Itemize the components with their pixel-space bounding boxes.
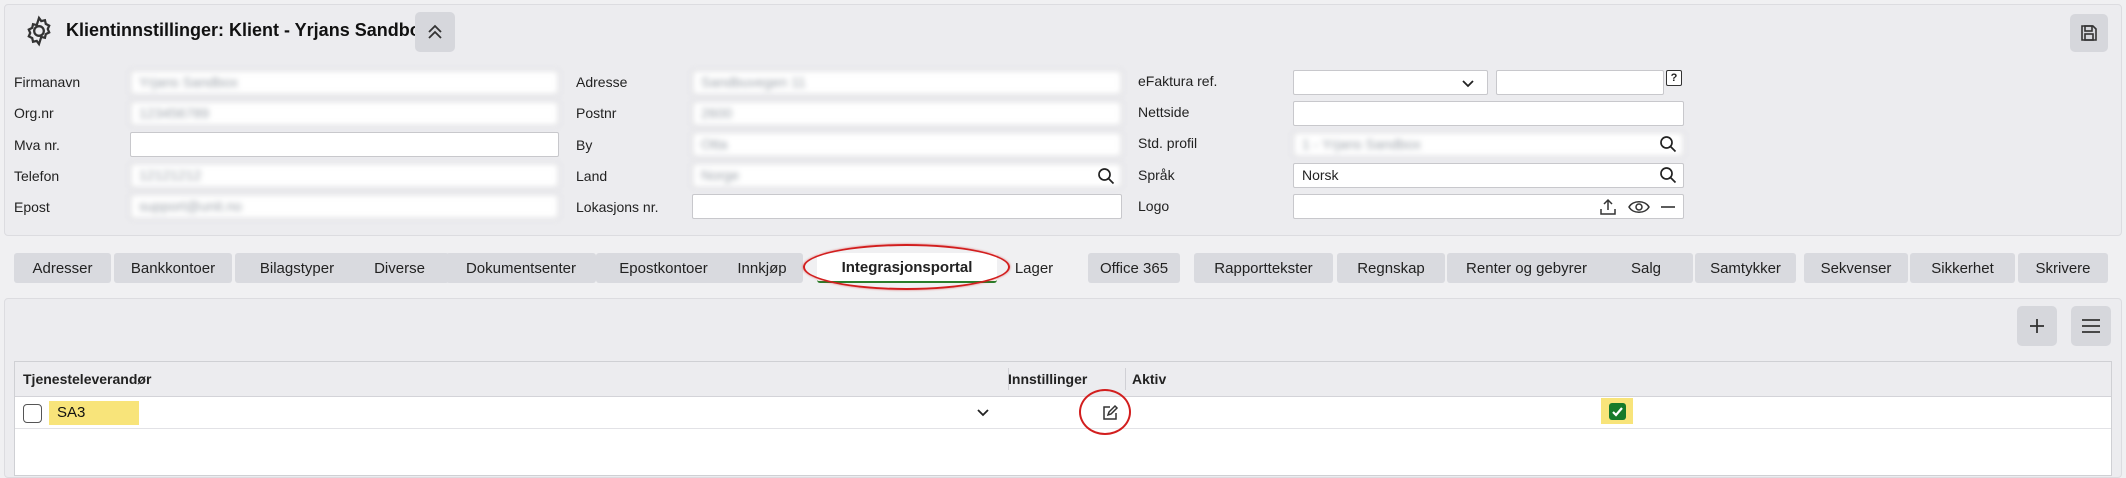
tab-salg[interactable]: Salg [1599,253,1693,283]
minus-icon[interactable] [1659,199,1677,215]
label-org-nr: Org.nr [14,105,54,121]
collapse-button[interactable] [415,12,455,52]
land-field[interactable]: Norge [692,163,1122,188]
tab-adresser[interactable]: Adresser [14,253,111,283]
land-search-icon[interactable] [1097,167,1115,185]
mva-nr-field[interactable] [130,132,559,157]
label-telefon: Telefon [14,168,60,184]
efaktura-extra-field[interactable] [1496,70,1664,95]
annotation-circle-edit [1079,389,1131,435]
lokasjons-nr-field[interactable] [692,194,1122,219]
upload-icon[interactable] [1598,197,1618,217]
tab-skrivere[interactable]: Skrivere [2018,253,2108,283]
label-adresse: Adresse [576,74,628,90]
eye-icon[interactable] [1628,198,1650,216]
label-sprak: Språk [1138,167,1175,183]
tab-samtykker[interactable]: Samtykker [1695,253,1796,283]
menu-icon [2082,319,2100,333]
telefon-field[interactable]: 12121212 [130,163,559,188]
std-profil-field[interactable]: 1 - Yrjans Sandbox [1293,132,1684,157]
label-epost: Epost [14,199,50,215]
plus-icon [2030,319,2044,333]
grid-header: Tjenesteleverandør Innstillinger Aktiv [15,362,2111,397]
label-nettside: Nettside [1138,104,1190,120]
annotation-circle-tab [803,244,1010,290]
add-button[interactable] [2017,306,2057,346]
epost-field[interactable]: support@unit.no [130,194,559,219]
label-logo: Logo [1138,198,1170,214]
label-by: By [576,137,593,153]
nettside-field[interactable] [1293,101,1684,126]
sprak-search-icon[interactable] [1659,166,1677,184]
row-select-checkbox[interactable] [23,404,42,423]
tab-renter-og-gebyrer[interactable]: Renter og gebyrer [1447,253,1606,283]
efaktura-ref-select[interactable] [1293,70,1488,95]
column-divider [1125,368,1126,390]
provider-cell[interactable]: SA3 [49,401,139,425]
aktiv-checkbox[interactable] [1608,402,1626,420]
help-icon[interactable]: ? [1666,70,1682,86]
tab-office-365[interactable]: Office 365 [1088,253,1180,283]
checkmark-icon [1611,406,1623,417]
menu-button[interactable] [2071,306,2111,346]
adresse-field[interactable]: Sandbuvegen 11 [692,70,1122,95]
org-nr-field[interactable]: 123456789 [130,101,559,126]
page-title: Klientinnstillinger: Klient - Yrjans San… [66,20,431,40]
by-field[interactable]: Otta [692,132,1122,157]
save-icon [2081,25,2097,41]
column-header-aktiv[interactable]: Aktiv [1132,371,1166,387]
tab-sikkerhet[interactable]: Sikkerhet [1910,253,2015,283]
label-firmanavn: Firmanavn [14,74,81,90]
tab-regnskap[interactable]: Regnskap [1337,253,1445,283]
table-row[interactable]: SA3 [15,389,2111,435]
label-efaktura-ref: eFaktura ref. [1138,73,1218,89]
std-profil-search-icon[interactable] [1659,135,1677,153]
tab-sekvenser[interactable]: Sekvenser [1804,253,1908,283]
tab-epostkontoer[interactable]: Epostkontoer [596,253,731,283]
label-mva-nr: Mva nr. [14,137,60,153]
column-header-innstillinger[interactable]: Innstillinger [1008,371,1087,387]
gear-icon [27,15,51,47]
firmanavn-field[interactable]: Yrjans Sandbox [130,70,559,95]
tab-bankkontoer[interactable]: Bankkontoer [114,253,232,283]
postnr-field[interactable]: 2600 [692,101,1122,126]
save-button[interactable] [2070,14,2108,52]
label-lokasjons-nr: Lokasjons nr. [576,199,659,215]
column-header-tjenesteleverandor[interactable]: Tjenesteleverandør [23,371,151,387]
logo-field[interactable] [1293,194,1684,219]
integration-grid: Tjenesteleverandør Innstillinger Aktiv S… [14,361,2112,476]
tab-bilagstyper[interactable]: Bilagstyper [235,253,359,283]
label-std-profil: Std. profil [1138,135,1198,151]
chevron-down-icon[interactable] [1461,77,1475,91]
aktiv-cell[interactable] [1601,398,1633,424]
sprak-field[interactable]: Norsk [1293,163,1684,188]
tab-diverse[interactable]: Diverse [350,253,449,283]
label-land: Land [576,168,608,184]
tab-innkjop[interactable]: Innkjøp [721,253,803,283]
chevrons-up-icon [428,24,442,39]
tab-dokumentsenter[interactable]: Dokumentsenter [446,253,596,283]
label-postnr: Postnr [576,105,617,121]
chevron-down-icon[interactable] [975,405,991,421]
tab-rapporttekster[interactable]: Rapporttekster [1194,253,1333,283]
